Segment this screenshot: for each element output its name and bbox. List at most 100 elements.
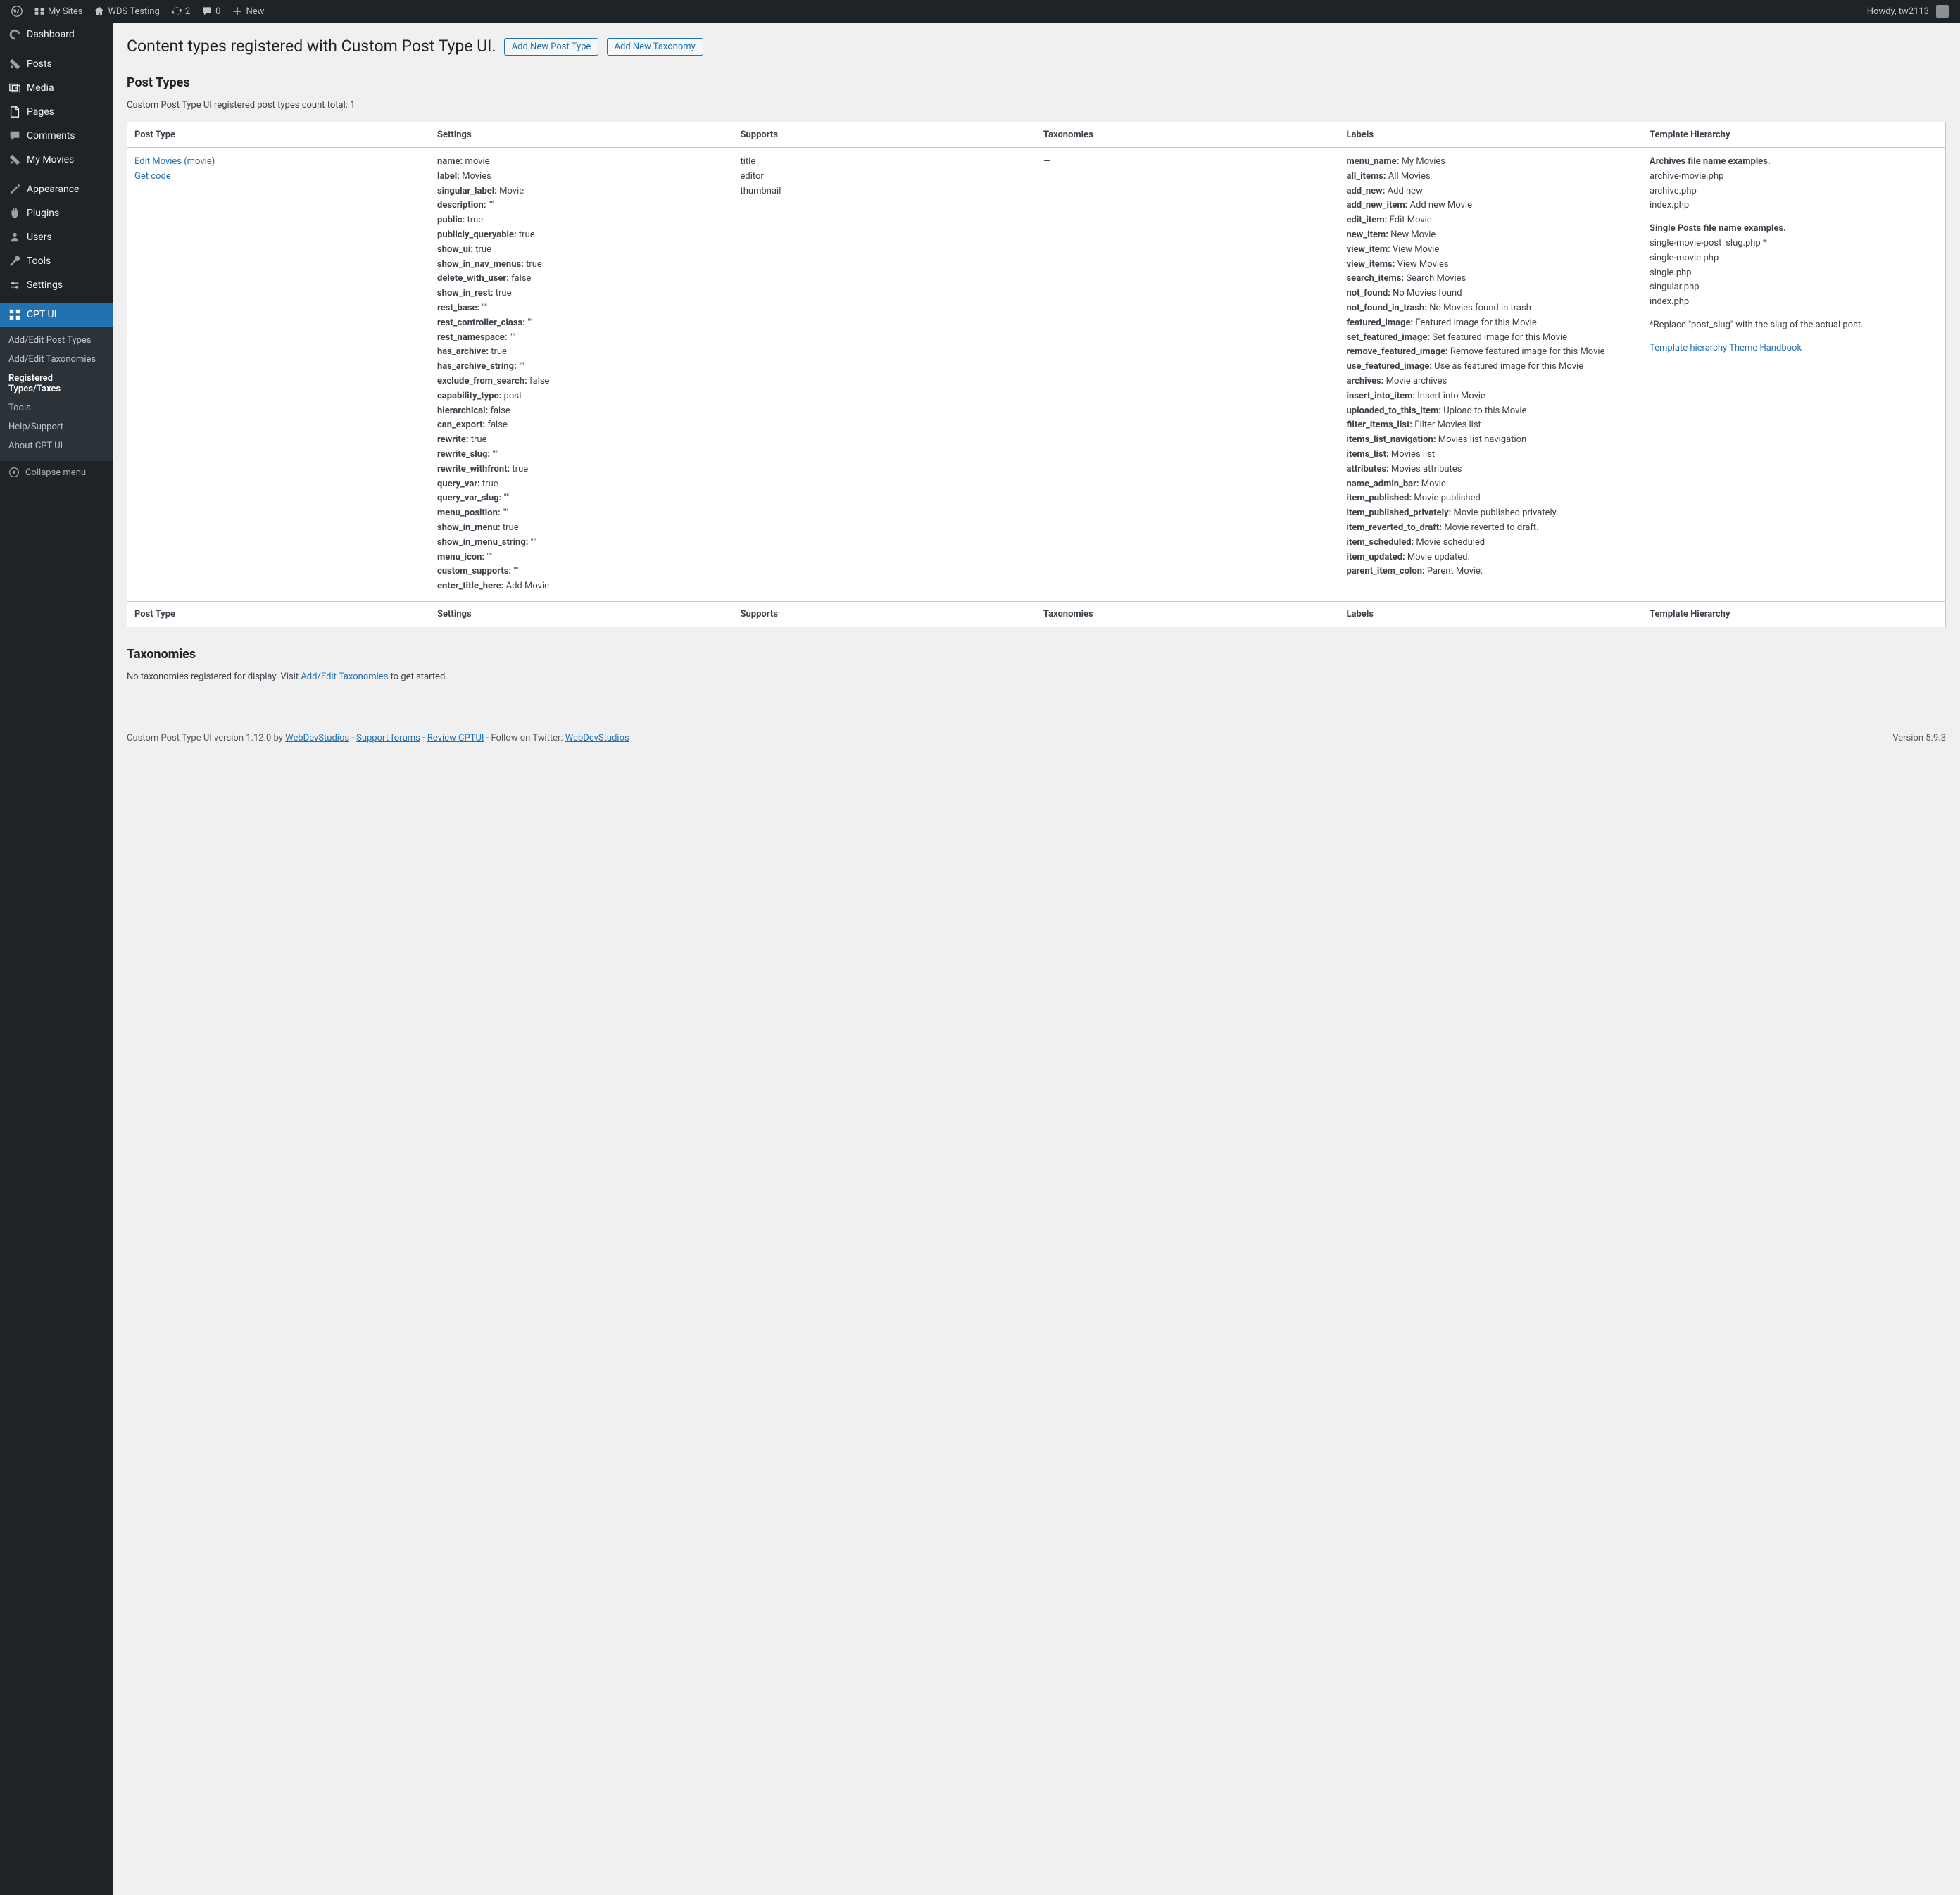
- menu-users[interactable]: Users: [0, 225, 113, 249]
- supports-item: editor: [741, 170, 1030, 184]
- menu-media[interactable]: Media: [0, 76, 113, 100]
- menu-tools-label: Tools: [27, 256, 51, 267]
- post-types-count: Custom Post Type UI registered post type…: [127, 100, 1946, 111]
- footer-prefix: Custom Post Type UI version 1.12.0 by: [127, 733, 285, 743]
- add-new-post-type-button[interactable]: Add New Post Type: [504, 38, 599, 56]
- key-value-pair: new_item: New Movie: [1347, 228, 1636, 243]
- submenu-registered-types-taxes[interactable]: Registered Types/Taxes: [0, 369, 113, 398]
- comments[interactable]: 0: [196, 0, 226, 23]
- key-value-pair: insert_into_item: Insert into Movie: [1347, 389, 1636, 404]
- footer-wds-link[interactable]: WebDevStudios: [285, 733, 349, 743]
- template-single-file: single-movie.php: [1650, 251, 1938, 266]
- key-value-pair: publicly_queryable: true: [437, 228, 727, 243]
- supports-item: thumbnail: [741, 184, 1030, 199]
- key-value-pair: archives: Movie archives: [1347, 374, 1636, 389]
- menu-comments-label: Comments: [27, 130, 75, 141]
- cell-template-hierarchy: Archives file name examples. archive-mov…: [1642, 148, 1946, 602]
- cpt-ui-icon: [8, 308, 21, 321]
- menu-pages[interactable]: Pages: [0, 100, 113, 124]
- tf-labels: Labels: [1340, 601, 1643, 627]
- home-icon: [94, 6, 105, 17]
- admin-sidebar: Dashboard Posts Media Pages Comments My …: [0, 23, 113, 1895]
- no-taxonomies-text: No taxonomies registered for display. Vi…: [127, 672, 1946, 682]
- new-content[interactable]: New: [226, 0, 270, 23]
- submenu-help-support[interactable]: Help/Support: [0, 417, 113, 436]
- tf-taxonomies: Taxonomies: [1036, 601, 1340, 627]
- edit-post-type-link[interactable]: Edit Movies (movie): [134, 156, 215, 167]
- key-value-pair: view_item: View Movie: [1347, 243, 1636, 258]
- template-handbook-link[interactable]: Template hierarchy Theme Handbook: [1650, 343, 1802, 353]
- key-value-pair: label: Movies: [437, 170, 727, 184]
- comment-icon: [201, 6, 213, 17]
- site-name[interactable]: WDS Testing: [88, 0, 165, 23]
- menu-plugins[interactable]: Plugins: [0, 201, 113, 225]
- cell-post-type: Edit Movies (movie) Get code: [127, 148, 431, 602]
- cell-taxonomies: —: [1036, 148, 1340, 602]
- key-value-pair: show_in_rest: true: [437, 287, 727, 301]
- plus-icon: [232, 6, 243, 17]
- media-icon: [8, 82, 21, 94]
- footer: Custom Post Type UI version 1.12.0 by We…: [127, 724, 1946, 743]
- plugins-icon: [8, 207, 21, 220]
- key-value-pair: query_var: true: [437, 477, 727, 492]
- key-value-pair: menu_position: "": [437, 506, 727, 521]
- template-single-file: index.php: [1650, 295, 1938, 310]
- menu-my-movies[interactable]: My Movies: [0, 148, 113, 172]
- menu-dashboard-label: Dashboard: [27, 29, 75, 40]
- content-area: Content types registered with Custom Pos…: [113, 23, 1960, 1895]
- menu-cpt-ui[interactable]: CPT UI: [0, 303, 113, 327]
- add-new-taxonomy-button[interactable]: Add New Taxonomy: [607, 38, 703, 56]
- footer-left: Custom Post Type UI version 1.12.0 by We…: [127, 733, 629, 743]
- updates[interactable]: 2: [165, 0, 196, 23]
- menu-plugins-label: Plugins: [27, 208, 59, 219]
- key-value-pair: add_new_item: Add new Movie: [1347, 199, 1636, 213]
- submenu-tools[interactable]: Tools: [0, 398, 113, 417]
- menu-tools[interactable]: Tools: [0, 249, 113, 273]
- footer-twitter-link[interactable]: WebDevStudios: [565, 733, 629, 743]
- key-value-pair: has_archive_string: "": [437, 360, 727, 374]
- menu-posts-label: Posts: [27, 58, 52, 70]
- tf-post-type: Post Type: [127, 601, 431, 627]
- pages-icon: [8, 106, 21, 118]
- footer-support-link[interactable]: Support forums: [356, 733, 420, 743]
- key-value-pair: add_new: Add new: [1347, 184, 1636, 199]
- submenu-add-edit-post-types[interactable]: Add/Edit Post Types: [0, 331, 113, 350]
- th-template-hierarchy: Template Hierarchy: [1642, 122, 1946, 148]
- menu-cpt-ui-label: CPT UI: [27, 309, 56, 320]
- updates-count: 2: [185, 6, 190, 17]
- my-account[interactable]: Howdy, tw2113: [1861, 0, 1954, 23]
- key-value-pair: rewrite_withfront: true: [437, 462, 727, 477]
- key-value-pair: item_reverted_to_draft: Movie reverted t…: [1347, 521, 1636, 536]
- footer-review-link[interactable]: Review CPTUI: [427, 733, 484, 743]
- submenu-about-cpt-ui[interactable]: About CPT UI: [0, 436, 113, 455]
- my-sites[interactable]: My Sites: [28, 0, 88, 23]
- key-value-pair: can_export: false: [437, 418, 727, 433]
- key-value-pair: query_var_slug: "": [437, 491, 727, 506]
- submenu-add-edit-taxonomies[interactable]: Add/Edit Taxonomies: [0, 350, 113, 369]
- submenu-cpt-ui: Add/Edit Post Types Add/Edit Taxonomies …: [0, 327, 113, 461]
- menu-settings-label: Settings: [27, 279, 63, 291]
- menu-my-movies-label: My Movies: [27, 154, 74, 165]
- key-value-pair: search_items: Search Movies: [1347, 272, 1636, 287]
- collapse-menu[interactable]: Collapse menu: [0, 461, 113, 484]
- footer-twitter-prefix: - Follow on Twitter:: [484, 733, 565, 743]
- menu-appearance[interactable]: Appearance: [0, 177, 113, 201]
- add-edit-taxonomies-link[interactable]: Add/Edit Taxonomies: [301, 672, 388, 682]
- taxonomies-heading: Taxonomies: [127, 647, 1946, 662]
- key-value-pair: featured_image: Featured image for this …: [1347, 316, 1636, 331]
- menu-dashboard[interactable]: Dashboard: [0, 23, 113, 46]
- menu-posts[interactable]: Posts: [0, 52, 113, 76]
- menu-comments[interactable]: Comments: [0, 124, 113, 148]
- key-value-pair: description: "": [437, 199, 727, 213]
- key-value-pair: delete_with_user: false: [437, 272, 727, 287]
- key-value-pair: name: movie: [437, 155, 727, 170]
- get-code-link[interactable]: Get code: [134, 171, 171, 182]
- menu-settings[interactable]: Settings: [0, 273, 113, 297]
- key-value-pair: set_featured_image: Set featured image f…: [1347, 331, 1636, 346]
- th-supports: Supports: [734, 122, 1037, 148]
- table-row: Edit Movies (movie) Get code name: movie…: [127, 148, 1946, 602]
- wp-logo[interactable]: [6, 0, 28, 23]
- new-label: New: [246, 6, 264, 17]
- th-post-type: Post Type: [127, 122, 431, 148]
- template-single-file: singular.php: [1650, 280, 1938, 295]
